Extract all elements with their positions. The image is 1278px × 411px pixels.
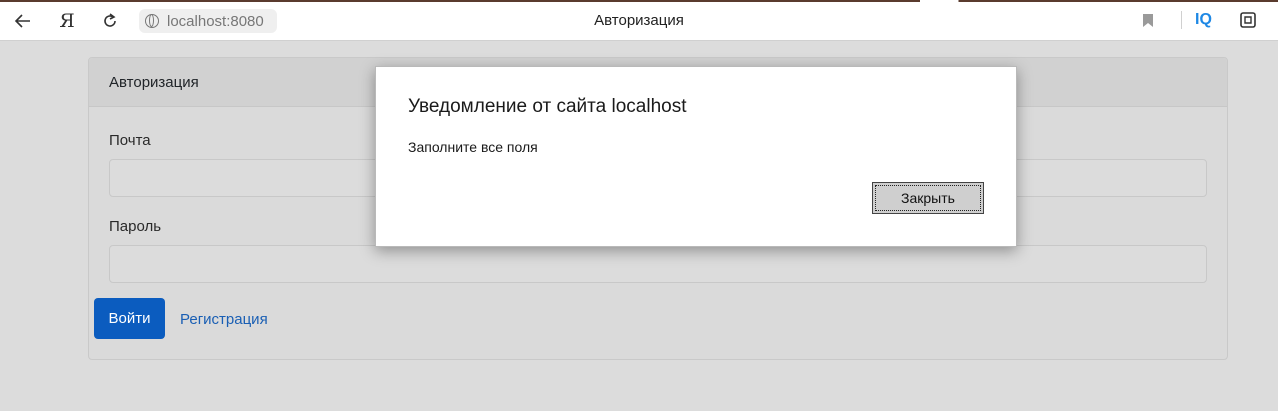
iq-button[interactable]: IQ xyxy=(1195,11,1212,29)
dialog-message: Заполните все поля xyxy=(408,139,538,155)
email-label: Почта xyxy=(109,132,151,149)
password-label: Пароль xyxy=(109,218,162,235)
register-link[interactable]: Регистрация xyxy=(180,311,268,328)
bookmark-icon[interactable] xyxy=(1142,13,1154,28)
login-button[interactable]: Войти xyxy=(94,298,165,339)
extensions-icon[interactable] xyxy=(1239,11,1257,29)
alert-dialog: Уведомление от сайта localhost Заполните… xyxy=(375,66,1017,247)
toolbar-divider xyxy=(1181,11,1182,29)
password-field[interactable] xyxy=(109,245,1207,283)
dialog-title: Уведомление от сайта localhost xyxy=(408,96,687,117)
browser-toolbar: Я localhost:8080 Авторизация IQ xyxy=(0,0,1278,41)
dialog-close-button[interactable]: Закрыть xyxy=(872,182,984,214)
window-accent-line xyxy=(0,0,1278,2)
page-title: Авторизация xyxy=(594,12,684,29)
